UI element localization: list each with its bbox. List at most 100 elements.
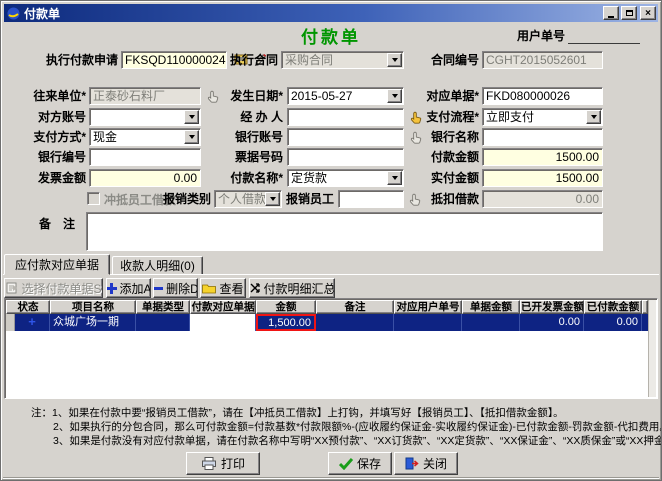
col-header-status[interactable]: 状态 bbox=[6, 300, 50, 314]
partner-account-combo[interactable] bbox=[89, 108, 201, 126]
occur-date-combo[interactable]: 2015-05-27 bbox=[287, 87, 404, 105]
pay-method-label: 支付方式* bbox=[9, 130, 86, 144]
chevron-down-icon[interactable] bbox=[184, 130, 199, 144]
table-row[interactable]: + 众城广场一期 1,500.00 0.00 0.00 bbox=[6, 314, 648, 331]
maximize-icon bbox=[626, 10, 633, 16]
minus-icon bbox=[153, 283, 163, 294]
col-header-remark[interactable]: 备注 bbox=[316, 300, 394, 314]
col-header-doc-amount[interactable]: 单据金额 bbox=[462, 300, 520, 314]
payment-window: 付款单 × 付款单 用户单号 执行付款申请 FKSQD110000024 执行合… bbox=[0, 0, 662, 481]
contract-no-label: 合同编号 bbox=[407, 53, 479, 67]
col-header-project[interactable]: 项目名称 bbox=[50, 300, 136, 314]
bank-name-label: 银行名称 bbox=[407, 130, 479, 144]
minimize-button[interactable] bbox=[603, 6, 619, 20]
chevron-down-icon[interactable] bbox=[586, 110, 601, 124]
bill-no-label: 票据号码 bbox=[211, 150, 283, 164]
titlebar: 付款单 × bbox=[4, 4, 658, 22]
actual-amount-input[interactable]: 1500.00 bbox=[482, 169, 603, 187]
printer-icon bbox=[201, 457, 217, 470]
bank-no-input[interactable] bbox=[89, 148, 201, 166]
col-header-user-no[interactable]: 对应用户单号 bbox=[394, 300, 462, 314]
app-icon bbox=[7, 7, 20, 20]
occur-date-label: 发生日期* bbox=[211, 89, 283, 103]
exec-request-label: 执行付款申请 bbox=[9, 53, 118, 67]
window-title: 付款单 bbox=[24, 5, 601, 22]
pay-name-combo[interactable]: 定货款 bbox=[287, 169, 404, 187]
chevron-down-icon bbox=[387, 53, 402, 67]
row-project-cell: 众城广场一期 bbox=[50, 314, 136, 331]
chevron-down-icon[interactable] bbox=[387, 171, 402, 185]
exit-door-icon bbox=[405, 457, 419, 470]
row-plus-icon: + bbox=[15, 314, 49, 331]
row-doc-amount-cell bbox=[462, 314, 520, 331]
bank-account-label: 银行账号 bbox=[211, 130, 283, 144]
folder-icon bbox=[202, 283, 216, 294]
close-form-button[interactable]: 关闭 bbox=[394, 452, 458, 475]
maximize-button[interactable] bbox=[621, 6, 637, 20]
col-header-paid[interactable]: 已付款金额 bbox=[584, 300, 642, 314]
pay-method-combo[interactable]: 现金 bbox=[89, 128, 201, 146]
bottom-edge bbox=[3, 477, 659, 479]
delete-button[interactable]: 删除D bbox=[153, 278, 198, 298]
check-icon bbox=[339, 458, 353, 470]
tab-payable-docs[interactable]: 应付款对应单据 bbox=[4, 254, 110, 275]
handler-input[interactable] bbox=[287, 108, 404, 126]
partner-label: 往来单位* bbox=[9, 89, 86, 103]
bill-no-input[interactable] bbox=[287, 148, 404, 166]
add-button[interactable]: 添加A bbox=[106, 278, 151, 298]
col-header-doc-type[interactable]: 单据类型 bbox=[136, 300, 190, 314]
row-user-no-cell bbox=[394, 314, 462, 331]
note-line-2: 2、如果执行的分包合同，那么可付款金额=付款基数*付款限额%-(应收履约保证金-… bbox=[53, 419, 662, 434]
contract-no-field: CGHT2015052601 bbox=[482, 51, 603, 69]
row-indicator bbox=[6, 314, 15, 331]
col-header-invoiced[interactable]: 已开发票金额 bbox=[520, 300, 584, 314]
reimburse-emp-input[interactable] bbox=[338, 190, 404, 208]
chevron-down-icon[interactable] bbox=[184, 110, 199, 124]
close-icon: × bbox=[645, 8, 651, 19]
reimburse-emp-label: 报销员工 bbox=[286, 192, 334, 206]
invoice-amount-label: 发票金额 bbox=[9, 171, 86, 185]
table-header-row: 状态 项目名称 单据类型 付款对应单据 金额 备注 对应用户单号 单据金额 已开… bbox=[6, 300, 648, 314]
invoice-amount-input[interactable]: 0.00 bbox=[89, 169, 201, 187]
pay-amount-label: 付款金额 bbox=[407, 150, 479, 164]
row-doc-type-cell bbox=[136, 314, 190, 331]
actual-amount-label: 实付金额 bbox=[407, 171, 479, 185]
view-button[interactable]: 查看 bbox=[200, 278, 246, 298]
pay-flow-combo[interactable]: 立即支付 bbox=[482, 108, 603, 126]
row-pay-doc-cell[interactable] bbox=[190, 314, 256, 331]
user-order-no-line bbox=[568, 33, 640, 44]
remarks-textarea[interactable] bbox=[86, 212, 603, 251]
chevron-down-icon[interactable] bbox=[387, 89, 402, 103]
table-scrollbar-track[interactable] bbox=[648, 300, 656, 397]
summary-icon bbox=[249, 282, 261, 294]
pay-name-label: 付款名称* bbox=[211, 171, 283, 185]
save-button[interactable]: 保存 bbox=[328, 452, 392, 475]
reimburse-emp-hand-icon[interactable] bbox=[407, 192, 423, 207]
print-button[interactable]: 打印 bbox=[186, 452, 260, 475]
col-header-amount[interactable]: 金额 bbox=[256, 300, 316, 314]
payable-docs-table: 状态 项目名称 单据类型 付款对应单据 金额 备注 对应用户单号 单据金额 已开… bbox=[4, 298, 658, 399]
minimize-icon bbox=[608, 16, 614, 18]
partner-field: 正泰砂石料厂 bbox=[89, 87, 201, 105]
select-doc-button: 选择付款单据S bbox=[4, 278, 103, 298]
ref-doc-input[interactable]: FKD080000026 bbox=[482, 87, 603, 105]
tab-payee-detail[interactable]: 收款人明细(0) bbox=[112, 256, 203, 275]
bank-account-input[interactable] bbox=[287, 128, 404, 146]
user-order-no-label: 用户单号 bbox=[517, 27, 565, 44]
row-invoiced-cell: 0.00 bbox=[520, 314, 584, 331]
ref-doc-label: 对应单据* bbox=[407, 89, 479, 103]
row-status-cell: + bbox=[6, 314, 50, 331]
pay-amount-input[interactable]: 1500.00 bbox=[482, 148, 603, 166]
remarks-label: 备 注 bbox=[39, 217, 85, 231]
close-button[interactable]: × bbox=[640, 6, 656, 20]
exec-contract-label: 执行合同 bbox=[211, 53, 278, 67]
col-header-pay-doc[interactable]: 付款对应单据 bbox=[190, 300, 256, 314]
bank-name-input[interactable] bbox=[482, 128, 603, 146]
plus-icon bbox=[106, 283, 117, 294]
row-amount-cell: 1,500.00 bbox=[256, 314, 316, 331]
deduct-loan-label: 抵扣借款 bbox=[425, 192, 479, 206]
summary-button[interactable]: 付款明细汇总 bbox=[249, 278, 335, 298]
note-line-3: 3、如果是付款没有对应付款单据，请在付款名称中写明“XX预付款”、“XX订货款”… bbox=[53, 433, 662, 448]
select-doc-icon bbox=[5, 282, 18, 294]
bank-no-label: 银行编号 bbox=[9, 150, 86, 164]
